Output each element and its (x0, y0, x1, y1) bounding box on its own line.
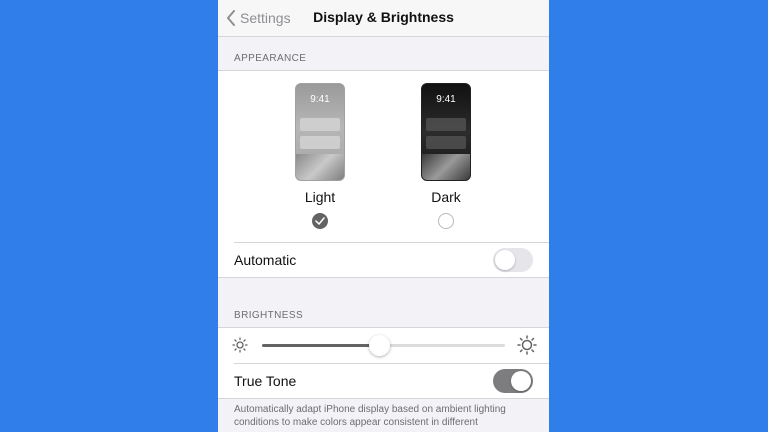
true-tone-row: True Tone (218, 364, 549, 398)
brightness-slider-row (218, 328, 549, 362)
toggle-knob (495, 250, 515, 270)
checkmark-icon (315, 217, 325, 225)
radio-light[interactable] (312, 213, 328, 229)
appearance-option-dark[interactable]: 9:41 Dark (406, 83, 486, 229)
slider-thumb[interactable] (368, 335, 390, 356)
true-tone-description: Automatically adapt iPhone display based… (234, 404, 506, 428)
light-preview[interactable]: 9:41 (295, 83, 345, 181)
sun-large-icon (517, 335, 537, 355)
settings-screen: Settings Display & Brightness APPEARANCE… (218, 0, 549, 432)
page-title: Display & Brightness (313, 9, 454, 25)
preview-time: 9:41 (436, 94, 456, 105)
slider-fill (262, 344, 379, 347)
true-tone-toggle[interactable] (493, 369, 533, 393)
automatic-row: Automatic (218, 243, 549, 277)
dark-preview[interactable]: 9:41 (421, 83, 471, 181)
appearance-header: APPEARANCE (234, 53, 307, 64)
preview-time: 9:41 (310, 94, 330, 105)
toggle-knob (511, 371, 531, 391)
sun-small-icon (232, 337, 248, 353)
appearance-option-light[interactable]: 9:41 Light (280, 83, 360, 229)
true-tone-label: True Tone (234, 373, 297, 389)
brightness-header: BRIGHTNESS (234, 310, 304, 321)
automatic-label: Automatic (234, 252, 297, 268)
option-label-dark: Dark (431, 189, 461, 205)
brightness-slider[interactable] (262, 335, 505, 356)
radio-dark[interactable] (438, 213, 454, 229)
navigation-bar: Settings Display & Brightness (218, 0, 549, 37)
brightness-group: True Tone (218, 327, 549, 399)
option-label-light: Light (304, 189, 336, 205)
automatic-toggle[interactable] (493, 248, 533, 272)
appearance-group: 9:41 Light 9:41 Dark Automatic (218, 70, 549, 278)
